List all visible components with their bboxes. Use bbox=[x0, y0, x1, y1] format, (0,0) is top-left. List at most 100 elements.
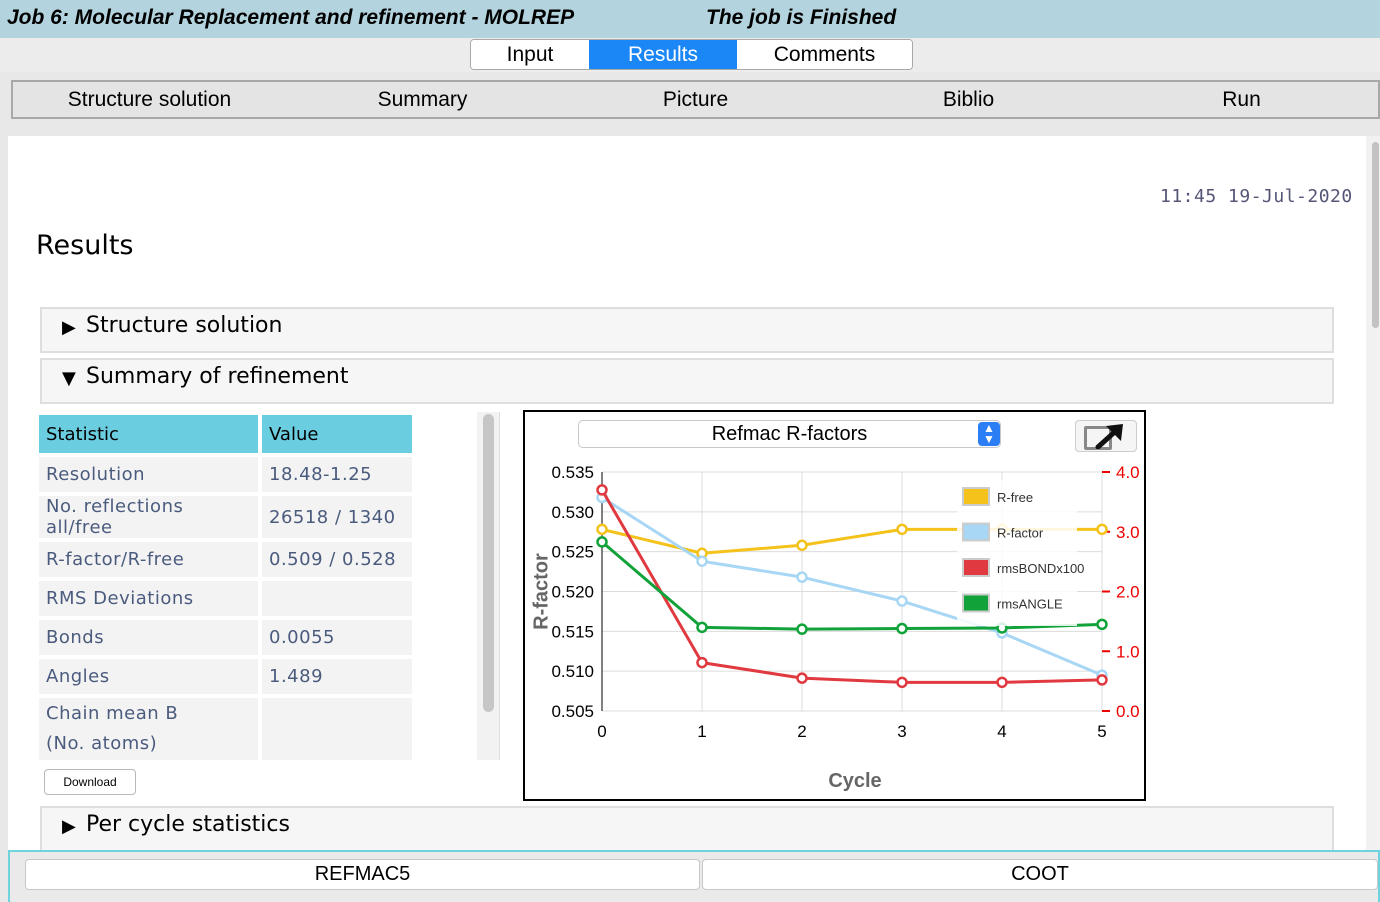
stat-name: RMS Deviations bbox=[39, 581, 258, 616]
stat-value: 0.509 / 0.528 bbox=[262, 542, 412, 577]
x-tick-label: 3 bbox=[897, 722, 906, 741]
y-tick-label: 0.505 bbox=[551, 702, 594, 721]
refmac5-button[interactable]: REFMAC5 bbox=[25, 859, 700, 890]
x-tick-label: 5 bbox=[1097, 722, 1106, 741]
data-point bbox=[696, 621, 708, 634]
y2-tick-label: 3.0 bbox=[1116, 523, 1140, 542]
table-row: Bonds 0.0055 bbox=[39, 620, 412, 655]
legend-swatch bbox=[962, 487, 990, 506]
job-title-bar: Job 6: Molecular Replacement and refinem… bbox=[0, 0, 1380, 38]
legend-swatch bbox=[962, 558, 990, 577]
x-tick-label: 2 bbox=[797, 722, 806, 741]
section-label: Per cycle statistics bbox=[86, 812, 290, 837]
data-point bbox=[696, 656, 708, 669]
bottom-toolbar: REFMAC5 COOT bbox=[8, 850, 1380, 902]
x-axis-label: Cycle bbox=[828, 770, 881, 792]
data-point bbox=[996, 676, 1008, 689]
tab-results[interactable]: Results bbox=[589, 40, 737, 69]
expand-arrow-icon: ▶ bbox=[62, 816, 76, 837]
menu-item-structure-solution[interactable]: Structure solution bbox=[13, 82, 286, 117]
y2-tick-label: 0.0 bbox=[1116, 702, 1140, 721]
data-point bbox=[796, 623, 808, 635]
tab-input[interactable]: Input bbox=[471, 40, 589, 69]
y-tick-label: 0.535 bbox=[551, 463, 594, 482]
chart-legend: R-free R-factor rmsBONDx100 rmsANGLE bbox=[957, 480, 1084, 626]
data-point bbox=[796, 672, 808, 684]
stat-name: Resolution bbox=[39, 457, 258, 492]
x-tick-label: 0 bbox=[597, 722, 606, 741]
table-row: Angles 1.489 bbox=[39, 659, 412, 694]
data-point bbox=[596, 484, 608, 496]
stat-name: Angles bbox=[39, 659, 258, 694]
job-tabs: Input Results Comments bbox=[470, 39, 913, 70]
data-point bbox=[796, 539, 808, 552]
data-point bbox=[596, 523, 608, 536]
download-button[interactable]: Download bbox=[44, 769, 136, 795]
y2-tick-label: 1.0 bbox=[1116, 642, 1140, 661]
table-row: No. reflections all/free 26518 / 1340 bbox=[39, 496, 412, 538]
expand-arrow-icon: ▶ bbox=[62, 317, 76, 338]
section-summary-of-refinement[interactable]: ▼ Summary of refinement bbox=[40, 358, 1334, 404]
stat-value bbox=[262, 581, 412, 616]
rfactor-line-chart: 0.535 0.530 0.525 0.520 0.515 0.510 0.5050 1 2 3 4… bbox=[530, 463, 1140, 792]
legend-label: R-free bbox=[997, 490, 1033, 505]
data-point bbox=[896, 523, 908, 536]
table-scrollbar-thumb[interactable] bbox=[483, 414, 494, 712]
stat-value: 18.48-1.25 bbox=[262, 457, 412, 492]
section-label: Structure solution bbox=[86, 313, 283, 338]
job-status: The job is Finished bbox=[706, 6, 897, 29]
y-tick-label: 0.520 bbox=[551, 583, 594, 602]
data-point bbox=[1096, 674, 1108, 686]
menu-item-run[interactable]: Run bbox=[1105, 82, 1378, 117]
rfactor-chart-widget: Refmac R-factors ▲ ▼ 0.535 0.530 0.525 0.520… bbox=[523, 410, 1146, 801]
section-label: Summary of refinement bbox=[86, 364, 349, 389]
legend-swatch bbox=[962, 522, 990, 542]
menu-item-summary[interactable]: Summary bbox=[286, 82, 559, 117]
refinement-stats-table: Statistic Value Resolution 18.48-1.25 No… bbox=[39, 415, 412, 760]
job-title: Job 6: Molecular Replacement and refinem… bbox=[7, 6, 575, 29]
data-point bbox=[696, 555, 708, 567]
y-tick-label: 0.510 bbox=[551, 662, 594, 681]
data-point bbox=[1096, 618, 1108, 631]
stat-name: R-factor/R-free bbox=[39, 542, 258, 577]
data-point bbox=[1096, 523, 1108, 536]
stat-value: 0.0055 bbox=[262, 620, 412, 655]
legend-label: rmsBONDx100 bbox=[997, 561, 1084, 576]
table-row: R-factor/R-free 0.509 / 0.528 bbox=[39, 542, 412, 577]
report-nav-menu: Structure solution Summary Picture Bibli… bbox=[11, 80, 1380, 119]
legend-label: rmsANGLE bbox=[997, 597, 1063, 612]
table-row: Resolution 18.48-1.25 bbox=[39, 457, 412, 492]
stat-name: Bonds bbox=[39, 620, 258, 655]
coot-button[interactable]: COOT bbox=[702, 859, 1378, 890]
stat-name: No. reflections all/free bbox=[39, 496, 258, 538]
legend-label: R-factor bbox=[997, 526, 1044, 541]
x-tick-label: 4 bbox=[997, 722, 1006, 741]
table-row: Chain mean B (No. atoms) bbox=[39, 698, 412, 760]
y2-tick-label: 2.0 bbox=[1116, 583, 1140, 602]
section-per-cycle-statistics[interactable]: ▶ Per cycle statistics bbox=[40, 806, 1334, 856]
data-point bbox=[896, 676, 908, 689]
y-tick-label: 0.515 bbox=[551, 622, 594, 641]
page-title: Results bbox=[36, 230, 134, 261]
y-tick-label: 0.530 bbox=[551, 503, 594, 522]
table-row: RMS Deviations bbox=[39, 581, 412, 616]
col-header-statistic: Statistic bbox=[39, 415, 258, 453]
x-tick-label: 1 bbox=[697, 722, 706, 741]
menu-item-biblio[interactable]: Biblio bbox=[832, 82, 1105, 117]
table-scrollbar[interactable] bbox=[477, 412, 500, 760]
report-scrollbar-thumb[interactable] bbox=[1372, 142, 1379, 328]
report-datetime: 11:45 19-Jul-2020 bbox=[1160, 186, 1353, 207]
section-structure-solution[interactable]: ▶ Structure solution bbox=[40, 307, 1334, 353]
col-header-value: Value bbox=[262, 415, 412, 453]
data-point bbox=[896, 595, 908, 607]
stat-value: 26518 / 1340 bbox=[262, 496, 412, 538]
y2-tick-label: 4.0 bbox=[1116, 463, 1140, 482]
y-tick-label: 0.525 bbox=[551, 543, 594, 562]
data-point bbox=[896, 622, 908, 635]
legend-swatch bbox=[962, 593, 990, 613]
data-point bbox=[796, 571, 808, 583]
menu-item-picture[interactable]: Picture bbox=[559, 82, 832, 117]
collapse-arrow-icon: ▼ bbox=[62, 368, 76, 389]
y-axis-label: R-factor bbox=[530, 553, 552, 630]
tab-comments[interactable]: Comments bbox=[737, 40, 912, 69]
